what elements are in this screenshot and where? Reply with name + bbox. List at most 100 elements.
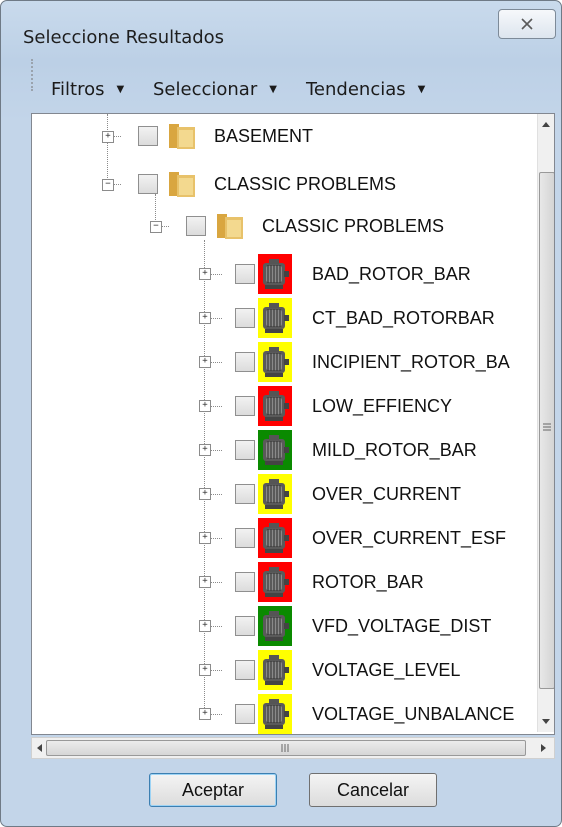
tree-item-row[interactable]: + VOLTAGE_LEVEL — [32, 650, 532, 690]
results-tree[interactable]: + BASEMENT − CLASSIC PROBLEMS − CLASSIC … — [31, 113, 555, 735]
motor-icon — [263, 303, 289, 333]
motor-icon — [263, 435, 289, 465]
motor-icon — [263, 523, 289, 553]
folder-icon — [169, 124, 195, 149]
tree-folder-label: CLASSIC PROBLEMS — [262, 216, 445, 236]
menu-tendencias[interactable]: Tendencias ▼ — [306, 79, 425, 100]
motor-icon — [263, 655, 289, 685]
tree-folder-label: BASEMENT — [214, 126, 314, 146]
vertical-scrollbar[interactable] — [537, 114, 554, 732]
tree-folder-classic-problems-sub[interactable]: − CLASSIC PROBLEMS — [32, 208, 532, 244]
tree-item-row[interactable]: + MILD_ROTOR_BAR — [32, 430, 532, 470]
menu-filtros-label: Filtros — [51, 79, 105, 100]
tree-item-row[interactable]: + ROTOR_BAR — [32, 562, 532, 602]
item-checkbox[interactable] — [235, 308, 255, 328]
expand-icon[interactable]: + — [199, 268, 211, 280]
folder-checkbox[interactable] — [138, 126, 158, 146]
item-checkbox[interactable] — [235, 528, 255, 548]
scroll-down-icon[interactable] — [541, 718, 551, 726]
item-checkbox[interactable] — [235, 352, 255, 372]
status-indicator — [258, 606, 292, 646]
tree-folder-classic-problems[interactable]: − CLASSIC PROBLEMS — [32, 166, 532, 202]
motor-icon — [263, 699, 289, 729]
motor-icon — [263, 479, 289, 509]
motor-icon — [263, 259, 289, 289]
motor-icon — [263, 391, 289, 421]
folder-checkbox[interactable] — [186, 216, 206, 236]
tree-folder-label: CLASSIC PROBLEMS — [214, 174, 397, 194]
tree-item-label: MILD_ROTOR_BAR — [312, 440, 477, 460]
item-checkbox[interactable] — [235, 660, 255, 680]
tree-item-label: INCIPIENT_ROTOR_BA — [312, 352, 510, 372]
status-indicator — [258, 386, 292, 426]
expand-icon[interactable]: + — [199, 312, 211, 324]
tree-item-row[interactable]: + VFD_VOLTAGE_DIST — [32, 606, 532, 646]
tree-item-label: CT_BAD_ROTORBAR — [312, 308, 495, 328]
close-icon — [521, 18, 533, 30]
tree-item-label: LOW_EFFIENCY — [312, 396, 453, 416]
expand-icon[interactable]: + — [199, 356, 211, 368]
status-indicator — [258, 430, 292, 470]
toolbar-grip[interactable] — [31, 59, 37, 91]
grip-icon — [543, 423, 551, 431]
tree-item-label: VOLTAGE_LEVEL — [312, 660, 461, 680]
tree-item-row[interactable]: + OVER_CURRENT_ESF — [32, 518, 532, 558]
status-indicator — [258, 298, 292, 338]
tree-item-label: OVER_CURRENT_ESF — [312, 528, 507, 548]
item-checkbox[interactable] — [235, 572, 255, 592]
item-checkbox[interactable] — [235, 616, 255, 636]
close-button[interactable] — [498, 9, 556, 39]
tree-item-label: VOLTAGE_UNBALANCE — [312, 704, 515, 724]
tree-item-row[interactable]: + OVER_CURRENT — [32, 474, 532, 514]
item-checkbox[interactable] — [235, 484, 255, 504]
item-checkbox[interactable] — [235, 440, 255, 460]
status-indicator — [258, 474, 292, 514]
expand-icon[interactable]: + — [199, 532, 211, 544]
motor-icon — [263, 347, 289, 377]
item-checkbox[interactable] — [235, 264, 255, 284]
scroll-up-icon[interactable] — [541, 120, 551, 128]
expand-icon[interactable]: + — [199, 444, 211, 456]
status-indicator — [258, 650, 292, 690]
motor-icon — [263, 611, 289, 641]
tree-item-row[interactable]: + CT_BAD_ROTORBAR — [32, 298, 532, 338]
folder-icon — [217, 214, 243, 239]
tree-folder-basement[interactable]: + BASEMENT — [32, 118, 532, 154]
expand-icon[interactable]: + — [199, 400, 211, 412]
scroll-left-icon[interactable] — [35, 743, 43, 753]
menu-seleccionar[interactable]: Seleccionar ▼ — [153, 79, 277, 100]
horizontal-scroll-thumb[interactable] — [46, 740, 526, 756]
tree-item-label: ROTOR_BAR — [312, 572, 424, 592]
tree-item-label: VFD_VOLTAGE_DIST — [312, 616, 492, 636]
expand-icon[interactable]: + — [102, 131, 114, 143]
tree-item-row[interactable]: + BAD_ROTOR_BAR — [32, 254, 532, 294]
expand-icon[interactable]: + — [199, 708, 211, 720]
tree-item-label: OVER_CURRENT — [312, 484, 462, 504]
status-indicator — [258, 694, 292, 734]
expand-icon[interactable]: + — [199, 664, 211, 676]
vertical-scroll-thumb[interactable] — [539, 172, 554, 689]
grip-icon — [281, 744, 289, 752]
status-indicator — [258, 518, 292, 558]
dialog-window: Seleccione Resultados Filtros ▼ Seleccio… — [0, 0, 562, 827]
item-checkbox[interactable] — [235, 396, 255, 416]
expand-icon[interactable]: + — [199, 576, 211, 588]
tree-item-row[interactable]: + VOLTAGE_UNBALANCE — [32, 694, 532, 734]
collapse-icon[interactable]: − — [150, 221, 162, 233]
collapse-icon[interactable]: − — [102, 179, 114, 191]
scroll-right-icon[interactable] — [540, 743, 548, 753]
dialog-title: Seleccione Resultados — [23, 27, 225, 48]
cancel-button[interactable]: Cancelar — [309, 773, 437, 807]
expand-icon[interactable]: + — [199, 620, 211, 632]
horizontal-scrollbar[interactable] — [31, 737, 555, 759]
menu-filtros[interactable]: Filtros ▼ — [51, 79, 124, 100]
tree-item-row[interactable]: + INCIPIENT_ROTOR_BA — [32, 342, 532, 382]
menu-tendencias-label: Tendencias — [306, 79, 406, 100]
expand-icon[interactable]: + — [199, 488, 211, 500]
accept-button[interactable]: Aceptar — [149, 773, 277, 807]
item-checkbox[interactable] — [235, 704, 255, 724]
status-indicator — [258, 254, 292, 294]
tree-item-row[interactable]: + LOW_EFFIENCY — [32, 386, 532, 426]
tree-item-label: BAD_ROTOR_BAR — [312, 264, 471, 284]
folder-checkbox[interactable] — [138, 174, 158, 194]
